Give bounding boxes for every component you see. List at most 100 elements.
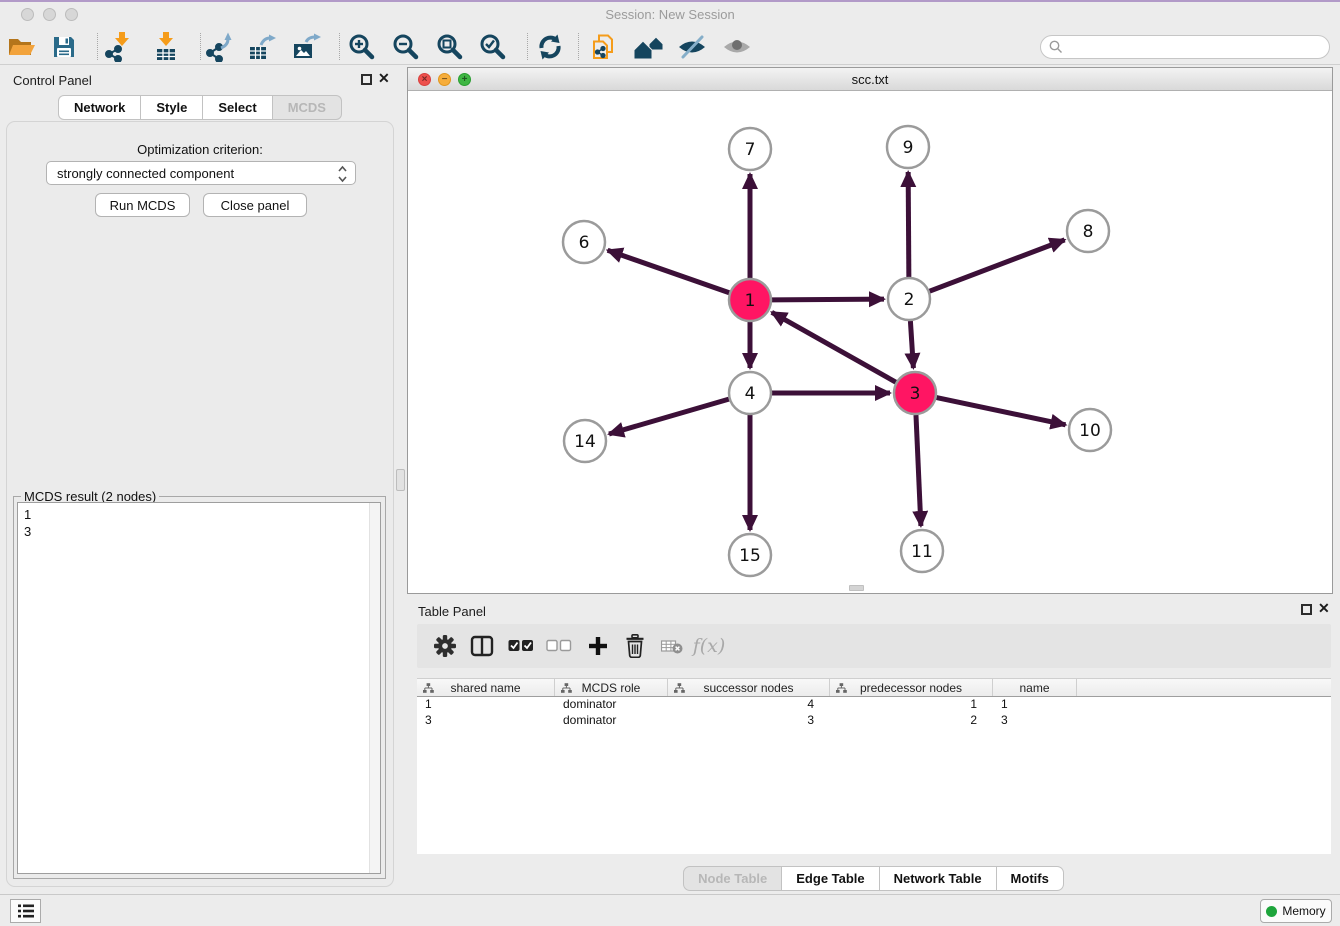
mcds-result-textarea[interactable]: 1 3: [17, 502, 381, 874]
delete-column-button[interactable]: [619, 631, 651, 661]
checked-columns-icon: [508, 639, 534, 653]
tab-network-table[interactable]: Network Table: [880, 866, 997, 891]
hide-columns-button[interactable]: [543, 631, 575, 661]
criterion-dropdown[interactable]: strongly connected component: [46, 161, 356, 185]
run-mcds-button[interactable]: Run MCDS: [95, 193, 190, 217]
column-header-successor-nodes[interactable]: successor nodes: [668, 679, 830, 696]
application-window: Session: New Session: [0, 0, 1340, 926]
cell-successor-nodes[interactable]: 3: [668, 713, 830, 729]
export-image-button[interactable]: [289, 30, 323, 63]
column-header-shared-name[interactable]: shared name: [417, 679, 555, 696]
close-panel-button[interactable]: Close panel: [203, 193, 307, 217]
edge-2-8[interactable]: [930, 240, 1065, 291]
edge-2-9[interactable]: [908, 172, 909, 277]
show-all-icon: [722, 33, 752, 61]
search-field[interactable]: [1040, 35, 1330, 59]
task-history-button[interactable]: [10, 899, 41, 923]
table-panel-close-button[interactable]: ✕: [1318, 600, 1330, 617]
cell-mcds-role[interactable]: dominator: [555, 697, 668, 713]
cell-shared-name[interactable]: 3: [417, 713, 555, 729]
column-type-icon: [561, 683, 572, 694]
tab-style[interactable]: Style: [141, 95, 203, 120]
control-panel-close-button[interactable]: ✕: [378, 70, 390, 87]
search-input[interactable]: [1068, 40, 1329, 55]
node-label-11: 11: [911, 542, 933, 562]
edge-1-6[interactable]: [608, 250, 730, 292]
hide-unselected-button[interactable]: [675, 30, 709, 63]
cell-predecessor-nodes[interactable]: 1: [830, 697, 993, 713]
export-network-button[interactable]: [202, 30, 236, 63]
memory-button[interactable]: Memory: [1260, 899, 1332, 923]
network-window-titlebar[interactable]: × − + scc.txt: [408, 68, 1332, 91]
cell-mcds-role[interactable]: dominator: [555, 713, 668, 729]
column-type-icon: [674, 683, 685, 694]
memory-label: Memory: [1282, 904, 1325, 918]
gear-icon: [434, 635, 456, 657]
tab-edge-table[interactable]: Edge Table: [782, 866, 879, 891]
edge-3-10[interactable]: [937, 398, 1066, 425]
edge-1-2[interactable]: [772, 299, 884, 300]
window-title: Session: New Session: [0, 7, 1340, 22]
home-button[interactable]: [631, 30, 665, 63]
column-header-mcds-role[interactable]: MCDS role: [555, 679, 668, 696]
show-all-button[interactable]: [720, 30, 754, 63]
result-scrollbar[interactable]: [369, 503, 380, 873]
tab-select[interactable]: Select: [203, 95, 272, 120]
mcds-panel: Optimization criterion: strongly connect…: [6, 121, 394, 887]
table-row[interactable]: 3 dominator 3 2 3: [417, 713, 1331, 729]
cell-shared-name[interactable]: 1: [417, 697, 555, 713]
toolbar-separator: [339, 33, 340, 60]
import-network-button[interactable]: [102, 30, 136, 63]
edge-2-3[interactable]: [910, 321, 913, 368]
column-header-predecessor-nodes[interactable]: predecessor nodes: [830, 679, 993, 696]
network-canvas[interactable]: 7968124314101511: [408, 91, 1332, 593]
control-panel-float-button[interactable]: [361, 74, 372, 85]
table-panel-float-button[interactable]: [1301, 604, 1312, 615]
edge-4-14[interactable]: [609, 399, 729, 434]
node-label-7: 7: [745, 140, 756, 160]
tab-motifs[interactable]: Motifs: [997, 866, 1064, 891]
refresh-button[interactable]: [533, 30, 567, 63]
function-builder-button[interactable]: f(x): [693, 631, 725, 661]
cell-name[interactable]: 1: [993, 697, 1077, 713]
cell-predecessor-nodes[interactable]: 2: [830, 713, 993, 729]
tab-mcds[interactable]: MCDS: [273, 95, 342, 120]
result-line: 1: [18, 506, 380, 523]
save-session-button[interactable]: [47, 30, 81, 63]
column-type-icon: [423, 683, 434, 694]
network-window-grip[interactable]: [849, 585, 864, 591]
column-header-name[interactable]: name: [993, 679, 1077, 696]
create-column-button[interactable]: [582, 631, 614, 661]
import-table-button[interactable]: [149, 30, 183, 63]
zoom-out-button[interactable]: [389, 30, 423, 63]
export-table-button[interactable]: [245, 30, 279, 63]
cell-successor-nodes[interactable]: 4: [668, 697, 830, 713]
delete-table-icon: [661, 638, 683, 654]
table-settings-button[interactable]: [429, 631, 461, 661]
control-panel-header: Control Panel ✕: [0, 65, 400, 91]
cell-name[interactable]: 3: [993, 713, 1077, 729]
table-panel: Table Panel ✕: [407, 598, 1340, 894]
split-table-view-button[interactable]: [466, 631, 498, 661]
network-graph[interactable]: 7968124314101511: [408, 91, 1332, 593]
delete-table-button[interactable]: [656, 631, 688, 661]
open-session-button[interactable]: [5, 30, 39, 63]
new-network-from-selection-button[interactable]: [588, 30, 622, 63]
tab-network[interactable]: Network: [58, 95, 141, 120]
zoom-in-button[interactable]: [345, 30, 379, 63]
zoom-selected-button[interactable]: [476, 30, 510, 63]
panel-splitter-handle[interactable]: [396, 469, 405, 491]
node-label-3: 3: [910, 384, 921, 404]
zoom-fit-button[interactable]: [433, 30, 467, 63]
node-label-1: 1: [745, 291, 756, 311]
export-network-icon: [204, 32, 234, 62]
table-row[interactable]: 1 dominator 4 1 1: [417, 697, 1331, 713]
edge-3-11[interactable]: [916, 415, 921, 526]
edge-3-1[interactable]: [772, 312, 896, 382]
trash-icon: [625, 634, 645, 658]
column-label: shared name: [450, 681, 520, 695]
tab-node-table[interactable]: Node Table: [683, 866, 782, 891]
table-panel-tabs: Node Table Edge Table Network Table Moti…: [407, 866, 1340, 891]
show-columns-button[interactable]: [505, 631, 537, 661]
column-label: successor nodes: [703, 681, 793, 695]
